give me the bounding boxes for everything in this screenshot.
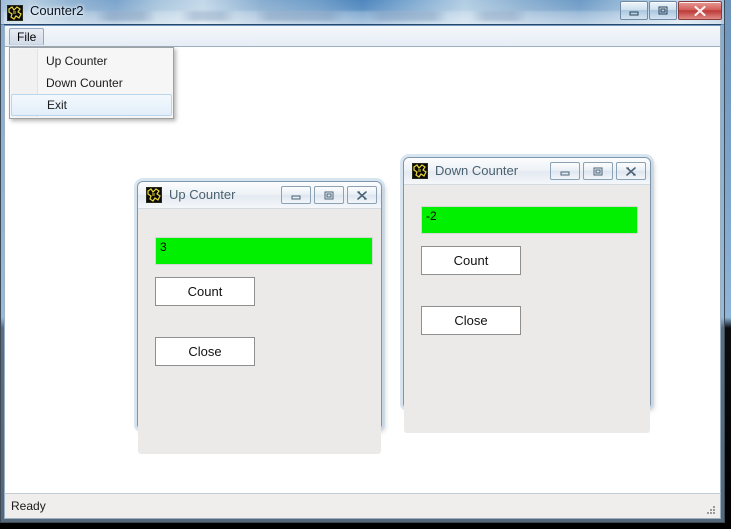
main-window-title: Counter2 [30,3,84,18]
up-counter-window: Up Counter 3 Count Close [137,181,382,454]
menu-file[interactable]: File [9,28,45,45]
minimize-icon [291,195,301,200]
maximize-icon [658,6,668,15]
close-button[interactable] [347,186,377,204]
close-icon [626,166,636,176]
minimize-button[interactable] [620,1,648,20]
minimize-button[interactable] [550,162,580,180]
main-titlebar[interactable]: Counter2 [0,0,725,25]
up-counter-caption-buttons [278,186,377,204]
maximize-button[interactable] [314,186,344,204]
up-counter-value-field[interactable]: 3 [155,237,373,265]
menu-item-exit[interactable]: Exit [11,94,172,116]
app-icon [146,187,162,203]
up-counter-title: Up Counter [169,187,236,202]
maximize-button[interactable] [583,162,613,180]
down-counter-window: Down Counter -2 Count Close [403,157,651,433]
close-icon [357,190,367,200]
down-counter-count-button[interactable]: Count [421,246,521,275]
down-counter-title: Down Counter [435,163,519,178]
up-counter-body: 3 Count Close [138,209,381,454]
maximize-icon [593,167,603,175]
up-counter-count-button[interactable]: Count [155,277,255,306]
down-counter-body: -2 Count Close [404,185,650,433]
close-button[interactable] [616,162,646,180]
menu-bar: File [4,26,721,47]
minimize-icon [629,11,639,15]
down-counter-value-field[interactable]: -2 [421,206,638,234]
menu-item-up-counter[interactable]: Up Counter [10,50,173,72]
down-counter-close-button[interactable]: Close [421,306,521,335]
menu-item-down-counter[interactable]: Down Counter [10,72,173,94]
maximize-button[interactable] [649,1,677,20]
up-counter-close-button[interactable]: Close [155,337,255,366]
minimize-button[interactable] [281,186,311,204]
close-button[interactable] [678,1,722,20]
file-dropdown-menu: Up Counter Down Counter Exit [9,47,174,119]
app-icon[interactable] [7,5,23,21]
close-icon [694,5,706,16]
minimize-icon [560,171,570,176]
main-caption-buttons [619,1,722,20]
status-text: Ready [11,499,46,513]
down-counter-caption-buttons [547,162,646,180]
up-counter-titlebar[interactable]: Up Counter [138,182,381,209]
maximize-icon [324,191,334,199]
app-icon [412,163,428,179]
resize-grip-icon[interactable] [705,504,717,516]
status-bar: Ready [4,493,721,519]
down-counter-titlebar[interactable]: Down Counter [404,158,650,185]
screen: Counter2 File Ready Down Counter -2 Coun… [0,0,731,529]
